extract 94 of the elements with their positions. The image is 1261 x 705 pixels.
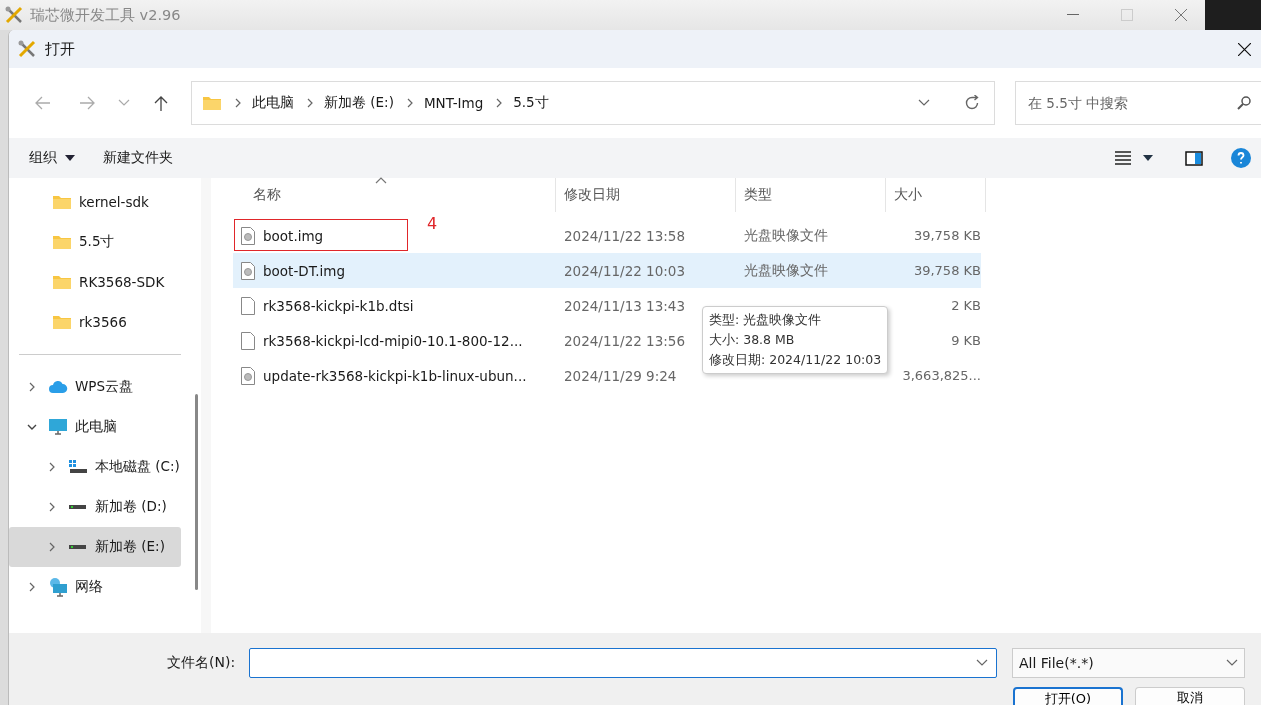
search-field[interactable]: 在 5.5寸 中搜索 [1015, 81, 1261, 125]
caret-icon [65, 155, 75, 161]
sidebar-item[interactable]: 网络 [9, 567, 181, 607]
column-header[interactable]: 修改日期 [556, 178, 736, 212]
maximize-icon [1121, 9, 1133, 21]
close-icon[interactable] [1238, 42, 1251, 56]
new-folder-button[interactable]: 新建文件夹 [95, 145, 181, 171]
drive-icon [68, 459, 88, 475]
help-icon[interactable] [1231, 148, 1251, 168]
cancel-button[interactable]: 取消 [1135, 687, 1245, 705]
date-text: 2024/11/13 13:43 [564, 297, 685, 314]
cloud-icon [48, 380, 68, 394]
up-arrow-icon[interactable] [154, 95, 168, 111]
chevron-right-icon[interactable] [48, 461, 56, 473]
drive-icon [68, 504, 88, 510]
file-name[interactable]: boot-DT.img [263, 262, 346, 279]
disc-file-icon [241, 226, 255, 245]
preview-pane-icon[interactable] [1185, 150, 1203, 166]
chevron-right-icon[interactable] [28, 581, 36, 593]
minimize-icon[interactable] [1067, 14, 1079, 16]
disc-file-icon [241, 261, 255, 280]
chevron-down-icon [1226, 659, 1238, 667]
size-text: 3,663,825... [902, 368, 981, 383]
breadcrumb-separator-icon [405, 97, 414, 109]
file-name[interactable]: rk3568-kickpi-k1b.dtsi [263, 297, 414, 314]
tools-icon [17, 39, 37, 59]
file-name[interactable]: rk3568-kickpi-lcd-mipi0-10.1-800-12... [263, 332, 523, 349]
refresh-icon[interactable] [964, 95, 980, 111]
sidebar-item[interactable]: 此电脑 [9, 407, 181, 447]
chevron-down-icon[interactable] [26, 423, 38, 431]
sidebar-item[interactable]: 新加卷 (E:) [9, 527, 181, 567]
breadcrumb-item[interactable]: 5.5寸 [513, 94, 549, 112]
organize-button[interactable]: 组织 [21, 145, 83, 171]
annotation-number: 4 [427, 214, 438, 233]
breadcrumb-separator-icon [495, 97, 504, 109]
monitor-icon [48, 418, 68, 436]
file-name[interactable]: update-rk3568-kickpi-k1b-linux-ubun... [263, 367, 527, 384]
chevron-right-icon[interactable] [48, 501, 56, 513]
sidebar-item[interactable]: WPS云盘 [9, 367, 181, 407]
address-bar[interactable]: 此电脑 新加卷 (E:) MNT-Img 5.5寸 [191, 81, 995, 125]
chevron-right-icon[interactable] [28, 381, 36, 393]
disc-file-icon [241, 366, 255, 385]
breadcrumb-separator-icon [234, 97, 242, 109]
date-text: 2024/11/22 13:58 [564, 227, 685, 244]
network-icon [48, 577, 68, 597]
breadcrumb-item[interactable]: 此电脑 [252, 94, 294, 112]
list-view-icon[interactable] [1115, 151, 1131, 165]
breadcrumb-item[interactable]: 新加卷 (E:) [324, 94, 394, 112]
sidebar-item[interactable]: 5.5寸 [9, 222, 181, 262]
type-text: 光盘映像文件 [744, 226, 828, 243]
sort-up-icon [375, 176, 387, 184]
sidebar-item[interactable]: RK3568-SDK [9, 262, 181, 302]
date-text: 2024/11/29 9:24 [564, 367, 677, 384]
size-text: 39,758 KB [913, 228, 981, 243]
file-row[interactable]: boot-DT.img 2024/11/22 10:03 光盘映像文件 39,758 KB [233, 253, 981, 288]
sidebar-item[interactable]: 新加卷 (D:) [9, 487, 181, 527]
sidebar-item[interactable]: kernel-sdk [9, 182, 181, 222]
column-header[interactable]: 名称 [229, 178, 556, 212]
size-text: 2 KB [951, 298, 981, 313]
file-name[interactable]: boot.img [263, 227, 324, 244]
caret-icon[interactable] [1143, 155, 1153, 161]
size-text: 9 KB [951, 333, 981, 348]
folder-icon [52, 194, 72, 210]
sidebar-item[interactable]: rk3566 [9, 302, 181, 342]
column-header[interactable]: 大小 [886, 178, 986, 212]
chevron-right-icon[interactable] [48, 541, 56, 553]
size-text: 39,758 KB [913, 263, 981, 278]
file-icon [241, 331, 255, 350]
sidebar-item[interactable]: 本地磁盘 (C:) [9, 447, 181, 487]
chevron-down-icon[interactable] [976, 659, 988, 667]
drive-icon [68, 544, 88, 550]
type-text: 光盘映像文件 [744, 261, 828, 278]
tooltip-line: 修改日期: 2024/11/22 10:03 [709, 351, 882, 369]
file-type-dropdown[interactable]: All File(*.*) [1012, 648, 1245, 678]
window-title: 瑞芯微开发工具 v2.96 [30, 5, 182, 25]
tooltip-line: 大小: 38.8 MB [709, 331, 796, 349]
folder-icon [52, 314, 72, 330]
open-button[interactable]: 打开(O) [1013, 687, 1123, 705]
file-name-field[interactable] [249, 648, 997, 678]
chevron-down-icon[interactable] [918, 99, 930, 107]
dialog-title: 打开 [45, 39, 76, 59]
tooltip-line: 类型: 光盘映像文件 [709, 311, 823, 329]
breadcrumb-item[interactable]: MNT-Img [423, 95, 484, 111]
file-name-label: 文件名(N): [167, 654, 237, 672]
folder-icon [52, 274, 72, 290]
column-header[interactable]: 类型 [736, 178, 886, 212]
scrollbar-thumb[interactable] [194, 394, 198, 590]
date-text: 2024/11/22 10:03 [564, 262, 685, 279]
date-text: 2024/11/22 13:56 [564, 332, 685, 349]
file-icon [241, 296, 255, 315]
folder-icon [202, 95, 222, 111]
tools-icon [4, 5, 24, 25]
breadcrumb-separator-icon [306, 97, 314, 109]
folder-icon [52, 234, 72, 250]
